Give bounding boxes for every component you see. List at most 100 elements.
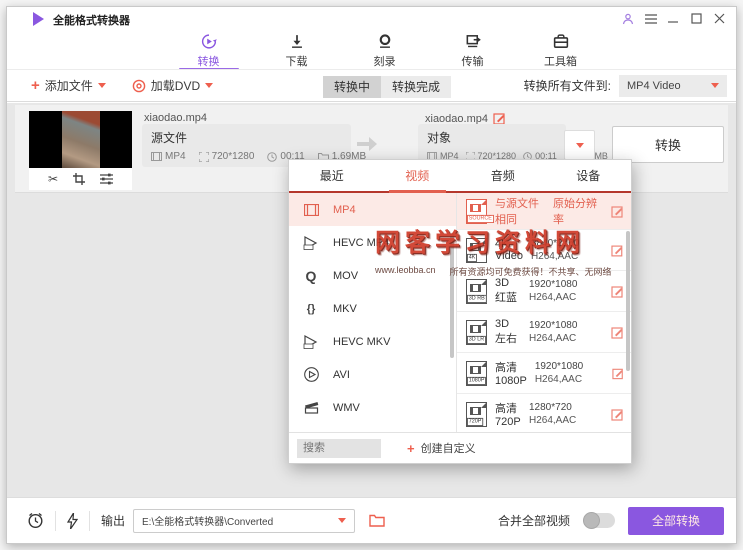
transfer-icon	[466, 35, 481, 48]
avi-play-circle-icon	[302, 366, 320, 384]
preset-resolution: 原始分辨率	[553, 198, 597, 226]
output-path-select[interactable]: E:\全能格式转换器\Converted	[133, 508, 356, 533]
format-label: WMV	[333, 401, 360, 414]
trim-scissors-icon[interactable]: ✂	[48, 173, 58, 185]
preset-name: 3D 左右	[495, 318, 517, 345]
preset-badge: 720P	[467, 417, 484, 426]
menu-icon[interactable]	[644, 12, 657, 25]
format-item-hevc-mp4[interactable]: HEVC MP4	[289, 226, 456, 259]
mp4-film-icon	[302, 201, 320, 219]
preset-file-icon: 3D RB	[466, 278, 487, 304]
nav-tab-toolbox[interactable]: 工具箱	[533, 29, 589, 69]
format-list: MP4 HEVC MP4 Q MOV {} MKV HEVC MKV AVI W…	[289, 193, 457, 432]
preset-resolution: 1920*1080	[529, 320, 578, 331]
merge-videos-toggle[interactable]	[583, 512, 615, 529]
format-label: MP4	[333, 203, 356, 216]
preset-badge: 1080P	[467, 376, 487, 385]
convert-all-button[interactable]: 全部转换	[628, 506, 724, 535]
create-custom-label: 创建自定义	[420, 443, 476, 455]
global-format-select[interactable]: MP4 Video	[619, 74, 727, 97]
preset-name: 高清 1080P	[495, 362, 527, 387]
edit-preset-icon[interactable]	[611, 285, 624, 298]
minimize-button[interactable]	[667, 12, 680, 25]
format-item-hevc-mkv[interactable]: HEVC MKV	[289, 325, 456, 358]
nav-tab-burn[interactable]: 刻录	[357, 29, 413, 69]
nav-tab-convert[interactable]: 转换	[178, 29, 239, 70]
convert-arrow-icon	[357, 137, 377, 151]
format-list-scrollbar[interactable]	[450, 233, 454, 358]
output-label: 输出	[101, 514, 126, 528]
effects-sliders-icon[interactable]	[100, 173, 114, 185]
panel-tab-recent[interactable]: 最近	[289, 160, 375, 191]
schedule-alarm-icon[interactable]	[27, 512, 44, 529]
add-files-button[interactable]: + 添加文件	[31, 77, 106, 94]
row-convert-button[interactable]: 转换	[612, 126, 724, 163]
format-item-avi[interactable]: AVI	[289, 358, 456, 391]
maximize-button[interactable]	[690, 12, 703, 25]
open-folder-icon[interactable]	[369, 514, 385, 527]
plus-icon: +	[407, 440, 415, 456]
panel-tabs: 最近 视频 音频 设备	[289, 160, 631, 193]
edit-preset-icon[interactable]	[612, 367, 624, 380]
high-speed-bolt-icon[interactable]	[67, 512, 78, 529]
preset-badge: SOURCE	[467, 214, 494, 223]
edit-preset-icon[interactable]	[611, 244, 624, 257]
account-icon[interactable]	[621, 12, 634, 25]
duration-icon	[267, 151, 278, 162]
format-item-mp4[interactable]: MP4	[289, 193, 456, 226]
chevron-down-icon	[205, 83, 214, 88]
create-custom-button[interactable]: + 创建自定义	[407, 440, 476, 456]
format-picker-panel: 最近 视频 音频 设备 MP4 HEVC MP4 Q MOV {} MKV HE…	[288, 159, 632, 464]
panel-tab-device[interactable]: 设备	[546, 160, 632, 191]
nav-label: 下载	[285, 56, 308, 68]
nav-tab-download[interactable]: 下载	[269, 29, 325, 69]
preset-codec: H264,AAC	[529, 333, 577, 344]
panel-tab-audio[interactable]: 音频	[460, 160, 546, 191]
preset-list-scrollbar[interactable]	[626, 231, 630, 371]
preset-dropdown-button[interactable]	[564, 130, 595, 160]
load-dvd-label: 加载DVD	[150, 79, 201, 93]
search-input[interactable]	[297, 438, 381, 458]
nav-label: 转换	[197, 56, 220, 68]
load-dvd-button[interactable]: 加载DVD	[132, 77, 214, 94]
preset-codec: H264,AAC	[529, 415, 577, 426]
preset-item-4k-video[interactable]: 4K 4K Video 3840*2160 H264,AAC	[457, 230, 631, 271]
preset-badge: 3D LR	[467, 335, 486, 344]
toolbox-icon	[553, 34, 568, 48]
edit-preset-icon[interactable]	[611, 326, 624, 339]
preset-item-hd-720p[interactable]: 720P 高清 720P 1280*720 H264,AAC	[457, 394, 631, 432]
tab-converted[interactable]: 转换完成	[381, 76, 452, 98]
preset-item-hd-1080p[interactable]: 1080P 高清 1080P 1920*1080 H264,AAC	[457, 353, 631, 394]
format-item-mkv[interactable]: {} MKV	[289, 292, 456, 325]
titlebar[interactable]: 全能格式转换器	[7, 7, 736, 31]
preset-resolution: 3840*2160	[530, 238, 580, 249]
format-item-mov[interactable]: Q MOV	[289, 259, 456, 292]
add-files-label: 添加文件	[44, 79, 93, 93]
resolution-icon	[198, 151, 209, 162]
preset-item-3d-sbs[interactable]: 3D LR 3D 左右 1920*1080 H264,AAC	[457, 312, 631, 353]
format-item-wmv[interactable]: WMV	[289, 391, 456, 424]
preset-name: 4K Video	[495, 238, 523, 262]
preset-badge: 4K	[467, 253, 478, 262]
dvd-icon	[132, 79, 146, 92]
app-logo-icon	[33, 12, 44, 26]
preset-file-icon: 4K	[466, 237, 487, 263]
nav-tab-transfer[interactable]: 传输	[445, 29, 501, 69]
format-label: MOV	[333, 269, 359, 282]
format-item-m4v[interactable]: M4V	[289, 424, 456, 432]
preset-resolution: 1920*1080	[534, 361, 584, 372]
close-button[interactable]	[713, 12, 726, 25]
preset-resolution: 1920*1080	[529, 279, 578, 290]
tab-converting[interactable]: 转换中	[323, 76, 382, 98]
preset-item-same-as-source[interactable]: SOURCE 与源文件相同 原始分辨率	[457, 193, 631, 230]
toolbar: + 添加文件 加载DVD 转换中 转换完成 转换所有文件到: MP4 Video	[7, 69, 736, 102]
edit-preset-icon[interactable]	[611, 408, 624, 421]
panel-tab-video[interactable]: 视频	[375, 160, 461, 193]
preset-file-icon: 720P	[466, 401, 487, 427]
target-card-title: 对象	[427, 131, 452, 145]
video-thumbnail	[29, 111, 132, 168]
edit-preset-icon[interactable]	[611, 205, 624, 218]
crop-icon[interactable]	[73, 173, 86, 185]
preset-item-3d-anaglyph[interactable]: 3D RB 3D 红蓝 1920*1080 H264,AAC	[457, 271, 631, 312]
preset-list: SOURCE 与源文件相同 原始分辨率 4K 4K Video 3840*216…	[457, 193, 631, 432]
